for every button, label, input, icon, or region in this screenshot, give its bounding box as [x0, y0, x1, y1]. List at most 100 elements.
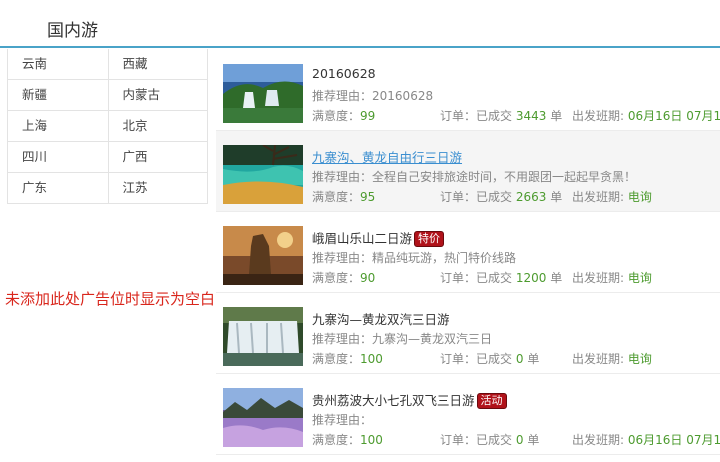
orders-label: 订单：已成交 — [440, 271, 513, 285]
tour-name[interactable]: 九寨沟—黄龙双汽三日游 — [312, 309, 450, 328]
tour-meta: 满意度：99 订单：已成交 3443 单 出发班期: 06月16日 07月16日 — [312, 107, 720, 124]
orders: 订单：已成交 1200 单 — [440, 269, 562, 286]
depart-value: 06月16日 07月16日 — [627, 109, 720, 123]
satisfaction-value: 100 — [360, 433, 383, 447]
orders-value: 2663 — [515, 190, 547, 204]
orders-unit: 单 — [527, 433, 540, 447]
section-title: 国内游 — [47, 21, 98, 41]
tour-reason: 推荐理由：九寨沟—黄龙双汽三日 — [312, 330, 492, 347]
reason-label: 推荐理由： — [312, 89, 373, 103]
region-row: 上海 北京 — [8, 111, 207, 142]
region-link[interactable]: 江苏 — [107, 173, 208, 203]
region-row: 广东 江苏 — [8, 173, 207, 204]
tour-list: 20160628 推荐理由：20160628 满意度：99 订单：已成交 344… — [216, 50, 720, 455]
depart-label: 出发班期: — [572, 190, 625, 204]
reason-label: 推荐理由： — [312, 251, 373, 265]
region-link[interactable]: 西藏 — [107, 49, 208, 79]
orders-unit: 单 — [550, 271, 563, 285]
region-link[interactable]: 新疆 — [8, 80, 108, 110]
tour-item: 20160628 推荐理由：20160628 满意度：99 订单：已成交 344… — [216, 50, 720, 131]
orders-unit: 单 — [550, 109, 563, 123]
tour-thumbnail[interactable] — [223, 64, 303, 123]
reason-text: 精品纯玩游，热门特价线路 — [372, 251, 517, 265]
tour-name[interactable]: 九寨沟、黄龙自由行三日游 — [312, 147, 462, 166]
depart-value: 电询 — [627, 190, 652, 204]
orders-value: 3443 — [515, 109, 547, 123]
tour-name[interactable]: 峨眉山乐山二日游 特价 — [312, 228, 445, 247]
tour-meta: 满意度：100 订单：已成交 0 单 出发班期: 06月16日 07月16日 — [312, 431, 720, 448]
reason-label: 推荐理由： — [312, 170, 373, 184]
satisfaction-label: 满意度： — [312, 109, 361, 123]
tour-thumbnail[interactable] — [223, 307, 303, 366]
tour-name-text: 九寨沟—黄龙双汽三日游 — [312, 312, 450, 327]
orders-label: 订单：已成交 — [440, 190, 513, 204]
orders-label: 订单：已成交 — [440, 433, 513, 447]
tour-thumbnail[interactable] — [223, 226, 303, 285]
region-row: 云南 西藏 — [8, 49, 207, 80]
orders-value: 0 — [515, 433, 524, 447]
satisfaction-label: 满意度： — [312, 433, 361, 447]
departure: 出发班期: 06月16日 07月16日 — [572, 107, 720, 124]
tour-name[interactable]: 贵州荔波大小七孔双飞三日游 活动 — [312, 390, 507, 409]
region-link[interactable]: 广东 — [8, 173, 108, 203]
tour-reason: 推荐理由：精品纯玩游，热门特价线路 — [312, 249, 516, 266]
tour-meta: 满意度：90 订单：已成交 1200 单 出发班期: 电询 — [312, 269, 720, 286]
orders: 订单：已成交 0 单 — [440, 350, 539, 367]
tour-item: 贵州荔波大小七孔双飞三日游 活动 推荐理由： 满意度：100 订单：已成交 0 单… — [216, 374, 720, 455]
departure: 出发班期: 06月16日 07月16日 — [572, 431, 720, 448]
region-link[interactable]: 北京 — [107, 111, 208, 141]
tour-name-text: 峨眉山乐山二日游 — [312, 231, 413, 246]
satisfaction-value: 100 — [360, 352, 383, 366]
tour-name-text: 20160628 — [312, 66, 376, 81]
satisfaction-label: 满意度： — [312, 190, 361, 204]
tour-item: 峨眉山乐山二日游 特价 推荐理由：精品纯玩游，热门特价线路 满意度：90 订单：已… — [216, 212, 720, 293]
tour-item: 九寨沟、黄龙自由行三日游 推荐理由：全程自己安排旅途时间，不用跟团一起起早贪黑！… — [216, 131, 720, 212]
promotion-badge: 活动 — [476, 393, 507, 409]
orders-value: 1200 — [515, 271, 547, 285]
region-link[interactable]: 云南 — [8, 49, 108, 79]
depart-label: 出发班期: — [572, 109, 625, 123]
orders-unit: 单 — [550, 190, 563, 204]
satisfaction-value: 99 — [360, 109, 376, 123]
tour-thumbnail[interactable] — [223, 388, 303, 447]
depart-label: 出发班期: — [572, 433, 625, 447]
satisfaction: 满意度：99 — [312, 109, 375, 123]
departure: 出发班期: 电询 — [572, 188, 652, 205]
section-header: 国内游 — [0, 0, 720, 48]
tour-reason: 推荐理由：20160628 — [312, 87, 433, 104]
orders: 订单：已成交 3443 单 — [440, 107, 562, 124]
region-grid: 云南 西藏 新疆 内蒙古 上海 北京 四川 广西 广东 江苏 — [7, 49, 208, 204]
reason-label: 推荐理由： — [312, 413, 373, 427]
satisfaction: 满意度：100 — [312, 433, 383, 447]
satisfaction: 满意度：95 — [312, 190, 375, 204]
tour-meta: 满意度：95 订单：已成交 2663 单 出发班期: 电询 — [312, 188, 720, 205]
reason-label: 推荐理由： — [312, 332, 373, 346]
tour-reason: 推荐理由：全程自己安排旅途时间，不用跟团一起起早贪黑！ — [312, 168, 636, 185]
depart-value: 06月16日 07月16日 — [627, 433, 720, 447]
depart-value: 电询 — [627, 352, 652, 366]
satisfaction: 满意度：90 — [312, 271, 375, 285]
orders: 订单：已成交 0 单 — [440, 431, 539, 448]
region-link[interactable]: 内蒙古 — [107, 80, 208, 110]
tour-thumbnail[interactable] — [223, 145, 303, 204]
region-link[interactable]: 上海 — [8, 111, 108, 141]
region-link[interactable]: 广西 — [107, 142, 208, 172]
satisfaction-label: 满意度： — [312, 352, 361, 366]
region-link[interactable]: 四川 — [8, 142, 108, 172]
reason-text: 九寨沟—黄龙双汽三日 — [372, 332, 493, 346]
departure: 出发班期: 电询 — [572, 269, 652, 286]
reason-text: 20160628 — [372, 89, 434, 103]
tour-name[interactable]: 20160628 — [312, 66, 376, 81]
reason-text: 全程自己安排旅途时间，不用跟团一起起早贪黑！ — [372, 170, 637, 184]
satisfaction-value: 95 — [360, 190, 376, 204]
orders-label: 订单：已成交 — [440, 352, 513, 366]
satisfaction-value: 90 — [360, 271, 376, 285]
orders-label: 订单：已成交 — [440, 109, 513, 123]
tour-name-text: 九寨沟、黄龙自由行三日游 — [312, 150, 463, 165]
tour-meta: 满意度：100 订单：已成交 0 单 出发班期: 电询 — [312, 350, 720, 367]
orders-unit: 单 — [527, 352, 540, 366]
special-price-badge: 特价 — [414, 231, 445, 247]
satisfaction: 满意度：100 — [312, 352, 383, 366]
tour-item: 九寨沟—黄龙双汽三日游 推荐理由：九寨沟—黄龙双汽三日 满意度：100 订单：已… — [216, 293, 720, 374]
ad-placeholder-note: 未添加此处广告位时显示为空白 — [5, 290, 216, 308]
